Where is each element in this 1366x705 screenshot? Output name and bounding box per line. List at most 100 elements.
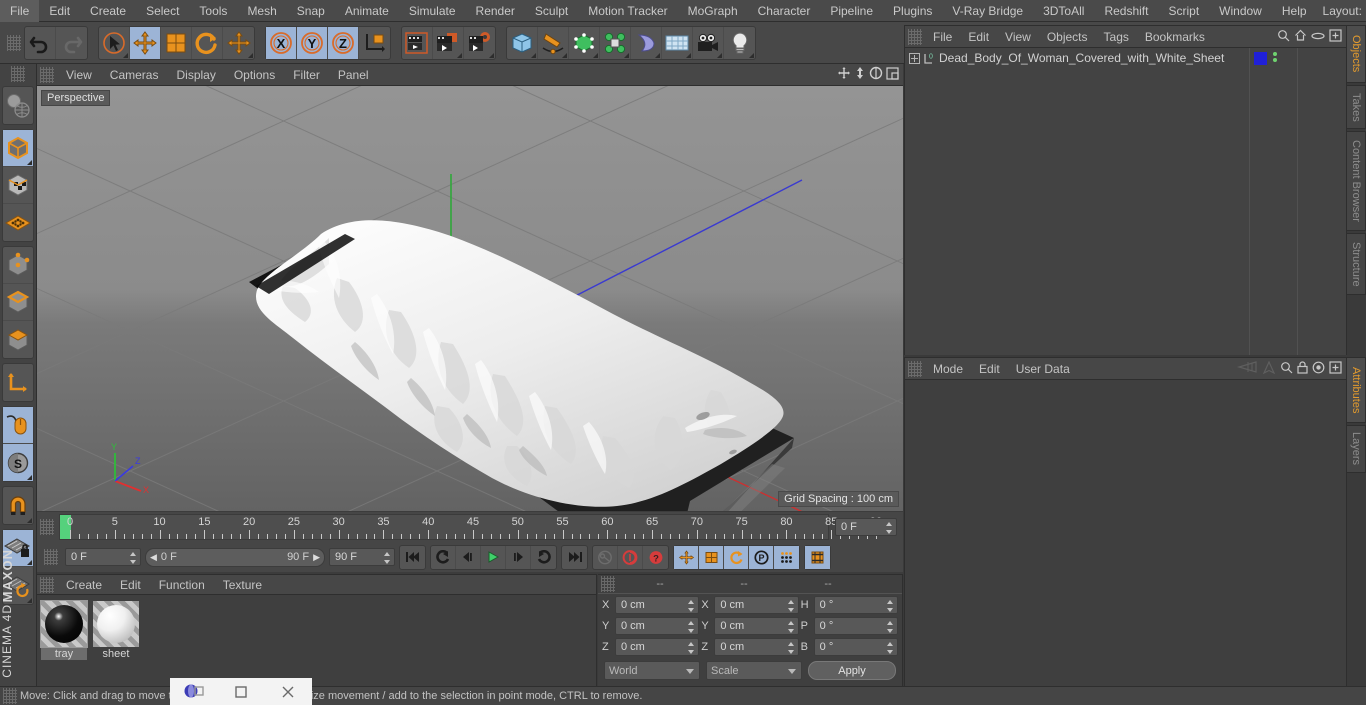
attribute-content[interactable]: [905, 380, 1346, 705]
expand-icon[interactable]: [1329, 360, 1342, 377]
attribute-manager-grip[interactable]: [908, 360, 922, 377]
tab-content-browser[interactable]: Content Browser: [1347, 131, 1366, 231]
spinner-icon[interactable]: [384, 552, 391, 564]
material-menu-edit[interactable]: Edit: [111, 575, 150, 595]
viewport-menu-filter[interactable]: Filter: [284, 64, 329, 86]
menu-item-mograph[interactable]: MoGraph: [678, 0, 748, 22]
object-row-dead-body[interactable]: 0 Dead_Body_Of_Woman_Covered_with_White_…: [905, 48, 1249, 68]
restore-window-icon[interactable]: [174, 678, 214, 705]
camera-button[interactable]: [693, 26, 724, 59]
viewport-menu-display[interactable]: Display: [167, 64, 224, 86]
menu-item-animate[interactable]: Animate: [335, 0, 399, 22]
tab-structure[interactable]: Structure: [1347, 233, 1366, 295]
current-frame-field[interactable]: 0 F: [835, 518, 897, 536]
polygon-mode-button[interactable]: [3, 321, 33, 358]
menu-item-render[interactable]: Render: [466, 0, 525, 22]
menu-item-plugins[interactable]: Plugins: [883, 0, 942, 22]
object-menu-tags[interactable]: Tags: [1096, 26, 1137, 48]
rotate-tool-button[interactable]: [192, 26, 223, 59]
tab-layers[interactable]: Layers: [1347, 425, 1366, 473]
menu-item-edit[interactable]: Edit: [39, 0, 80, 22]
dolly-icon[interactable]: [854, 66, 866, 83]
key-pla-button[interactable]: [774, 545, 799, 569]
toolbar-grip[interactable]: [7, 34, 21, 51]
next-attr-icon[interactable]: [1262, 360, 1276, 377]
spinner-icon[interactable]: [130, 552, 137, 564]
spinner-icon[interactable]: [886, 621, 894, 633]
render-settings-button[interactable]: [464, 27, 495, 59]
start-frame-field[interactable]: 0 F: [65, 548, 141, 566]
spinner-icon[interactable]: [688, 621, 695, 633]
search-icon[interactable]: [1277, 29, 1290, 45]
floor-environment-button[interactable]: [662, 26, 693, 59]
expand-icon[interactable]: [1329, 28, 1342, 45]
timeline-button[interactable]: [805, 545, 830, 569]
object-menu-edit[interactable]: Edit: [960, 26, 997, 48]
move-alt-button[interactable]: [223, 27, 254, 59]
coord-position-y-field[interactable]: 0 cm: [615, 617, 700, 635]
tab-objects[interactable]: Objects: [1347, 25, 1366, 83]
coordinate-system-dropdown[interactable]: World: [604, 661, 700, 680]
expand-toggle-icon[interactable]: [909, 52, 920, 64]
mograph-array-button[interactable]: [600, 26, 631, 59]
render-region-button[interactable]: [433, 26, 464, 59]
apply-button[interactable]: Apply: [808, 661, 896, 680]
autokey-button[interactable]: [593, 545, 618, 569]
coord-position-z-field[interactable]: 0 cm: [615, 638, 700, 656]
object-axis-button[interactable]: [3, 364, 33, 401]
object-menu-file[interactable]: File: [925, 26, 960, 48]
layer-color-swatch[interactable]: [1254, 51, 1267, 65]
coord-position-x-field[interactable]: 0 cm: [615, 596, 700, 614]
key-parameter-button[interactable]: P: [749, 545, 774, 569]
range-right-arrow-icon[interactable]: ▶: [313, 552, 320, 563]
menu-item-sculpt[interactable]: Sculpt: [525, 0, 578, 22]
menu-item-snap[interactable]: Snap: [287, 0, 335, 22]
menu-item-create[interactable]: Create: [80, 0, 136, 22]
menu-item-file[interactable]: File: [0, 0, 40, 22]
timeline-ruler[interactable]: 051015202530354045505560657075808590: [59, 514, 882, 540]
maximize-view-icon[interactable]: [886, 66, 899, 83]
tab-attributes[interactable]: Attributes: [1347, 357, 1366, 423]
viewport-solo-button[interactable]: [3, 407, 33, 444]
point-mode-button[interactable]: [3, 247, 33, 284]
viewport-3d-canvas[interactable]: Perspective Grid Spacing : 100 cm Y X Z: [37, 86, 903, 511]
coord-size-y-field[interactable]: 0 cm: [714, 617, 799, 635]
snap-magnet-button[interactable]: [3, 487, 33, 524]
object-menu-view[interactable]: View: [997, 26, 1039, 48]
coord-size-x-field[interactable]: 0 cm: [714, 596, 799, 614]
menu-item-3dtoall[interactable]: 3DToAll: [1033, 0, 1094, 22]
material-grip[interactable]: [40, 576, 54, 593]
menu-item-tools[interactable]: Tools: [189, 0, 237, 22]
end-frame-field[interactable]: 90 F: [329, 548, 395, 566]
preview-range-bar[interactable]: ◀ 0 F 90 F ▶: [145, 547, 325, 567]
material-menu-create[interactable]: Create: [57, 575, 111, 595]
menu-item-mesh[interactable]: Mesh: [237, 0, 286, 22]
viewport-menu-view[interactable]: View: [57, 64, 101, 86]
play-button[interactable]: [481, 545, 506, 569]
scale-tool-button[interactable]: [161, 26, 192, 59]
material-item-sheet[interactable]: sheet: [93, 601, 139, 660]
maximize-window-icon[interactable]: [221, 678, 261, 705]
world-coordinate-button[interactable]: [359, 27, 390, 59]
attribute-menu-user-data[interactable]: User Data: [1008, 358, 1078, 380]
rotate-view-icon[interactable]: [869, 66, 883, 83]
keyframe-help-button[interactable]: ?: [643, 546, 668, 569]
menu-item-vray-bridge[interactable]: V-Ray Bridge: [942, 0, 1033, 22]
menu-item-motion-tracker[interactable]: Motion Tracker: [578, 0, 677, 22]
lock-icon[interactable]: [1297, 360, 1308, 377]
viewport-grip[interactable]: [40, 66, 54, 83]
menu-item-pipeline[interactable]: Pipeline: [820, 0, 883, 22]
prev-frame-button[interactable]: [456, 545, 481, 569]
menu-item-help[interactable]: Help: [1272, 0, 1317, 22]
object-manager-grip[interactable]: [908, 28, 922, 45]
menu-item-window[interactable]: Window: [1209, 0, 1272, 22]
next-key-button[interactable]: [531, 546, 556, 569]
material-swatch[interactable]: [40, 600, 88, 648]
key-scale-button[interactable]: [699, 545, 724, 569]
coordinates-grip[interactable]: [601, 576, 615, 592]
range-left-arrow-icon[interactable]: ◀: [150, 552, 157, 563]
prev-attr-icon[interactable]: [1236, 361, 1258, 376]
menu-item-select[interactable]: Select: [136, 0, 189, 22]
prev-key-button[interactable]: [431, 545, 456, 569]
spinner-icon[interactable]: [688, 642, 695, 654]
